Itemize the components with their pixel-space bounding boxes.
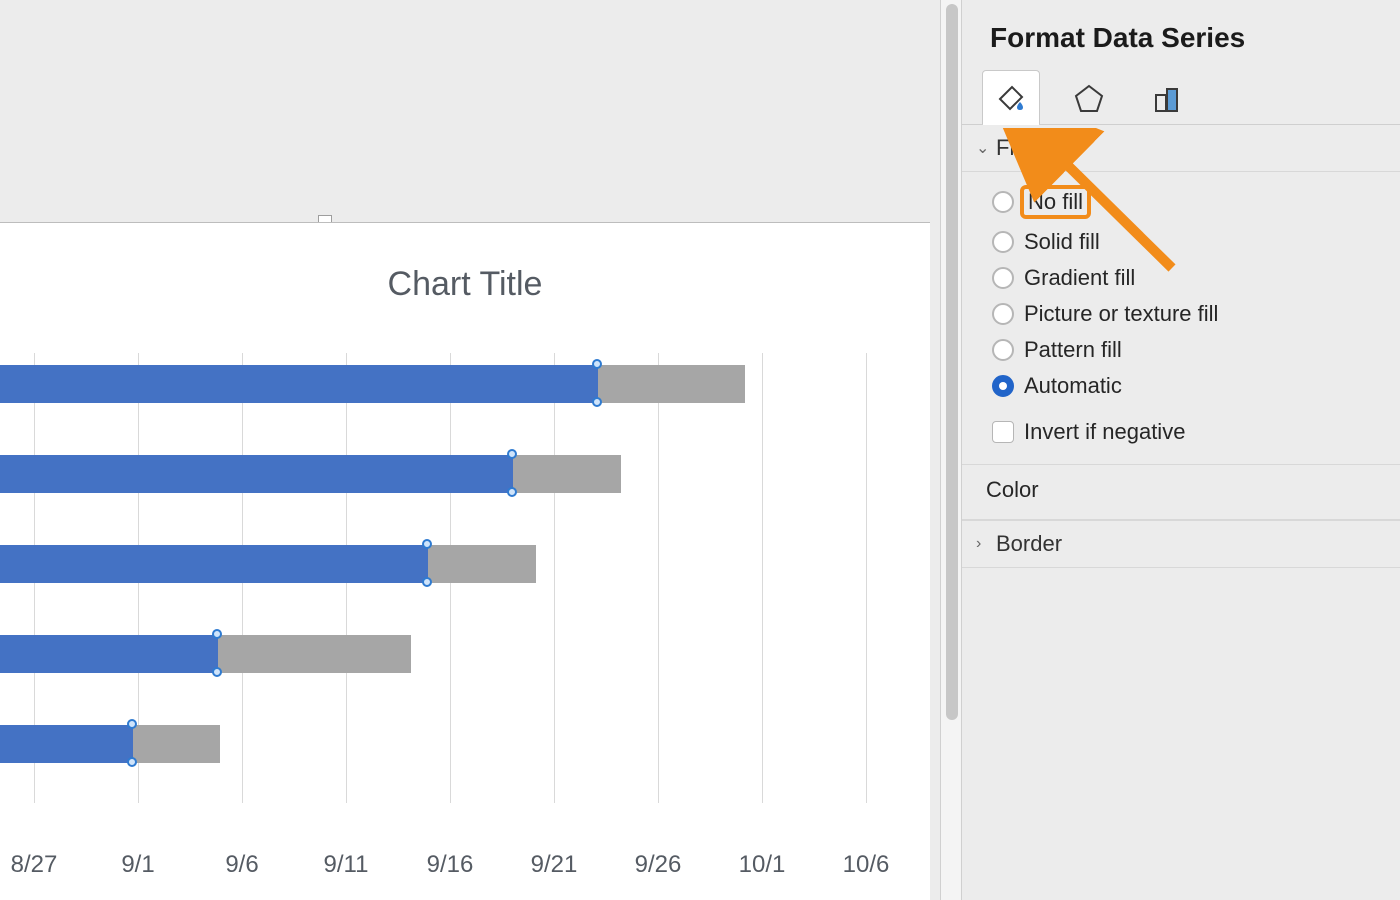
- border-section-header[interactable]: › Border: [962, 520, 1400, 568]
- tab-fill-and-line[interactable]: [982, 70, 1040, 124]
- checkbox-invert-if-negative[interactable]: Invert if negative: [992, 414, 1380, 450]
- radio-icon: [992, 267, 1014, 289]
- radio-gradient-fill[interactable]: Gradient fill: [992, 260, 1380, 296]
- radio-icon: [992, 339, 1014, 361]
- bar-series2[interactable]: [513, 455, 621, 493]
- radio-icon: [992, 191, 1014, 213]
- radio-solid-fill[interactable]: Solid fill: [992, 224, 1380, 260]
- radio-label: Pattern fill: [1024, 337, 1122, 363]
- bar-series2[interactable]: [218, 635, 411, 673]
- chart-title[interactable]: Chart Title: [0, 265, 930, 304]
- bar-series1[interactable]: [0, 635, 218, 673]
- fill-options: No fill Solid fill Gradient fill Picture…: [962, 172, 1400, 465]
- checkbox-label: Invert if negative: [1024, 419, 1185, 445]
- selection-dot[interactable]: [592, 359, 602, 369]
- selection-dot[interactable]: [592, 397, 602, 407]
- radio-label: Solid fill: [1024, 229, 1100, 255]
- selection-dot[interactable]: [422, 539, 432, 549]
- radio-icon: [992, 231, 1014, 253]
- chevron-down-icon: ⌄: [976, 138, 990, 158]
- bar-chart-icon: [1150, 81, 1184, 115]
- selection-dot[interactable]: [127, 719, 137, 729]
- tab-effects[interactable]: [1060, 70, 1118, 124]
- format-tab-row: [962, 70, 1400, 125]
- gridline: [762, 353, 763, 803]
- x-tick: 9/16: [427, 851, 474, 879]
- pentagon-icon: [1072, 81, 1106, 115]
- vertical-scrollbar[interactable]: [940, 0, 962, 900]
- fill-section-label: Fill: [996, 135, 1024, 161]
- radio-pattern-fill[interactable]: Pattern fill: [992, 332, 1380, 368]
- bar-series1[interactable]: [0, 365, 598, 403]
- color-label: Color: [986, 477, 1039, 502]
- bar-series1[interactable]: [0, 545, 428, 583]
- x-tick: 10/6: [843, 851, 890, 879]
- radio-label: Picture or texture fill: [1024, 301, 1218, 327]
- bar-series2[interactable]: [133, 725, 220, 763]
- checkbox-icon: [992, 421, 1014, 443]
- selection-dot[interactable]: [127, 757, 137, 767]
- radio-picture-fill[interactable]: Picture or texture fill: [992, 296, 1380, 332]
- chevron-right-icon: ›: [976, 535, 990, 553]
- panel-title: Format Data Series: [962, 0, 1400, 70]
- radio-icon: [992, 375, 1014, 397]
- x-tick: 9/1: [121, 851, 154, 879]
- workspace: Chart Title: [0, 0, 1400, 900]
- radio-icon: [992, 303, 1014, 325]
- tab-series-options[interactable]: [1138, 70, 1196, 124]
- gridline: [554, 353, 555, 803]
- color-row[interactable]: Color: [962, 465, 1400, 520]
- scrollbar-thumb[interactable]: [946, 4, 958, 720]
- chart-frame[interactable]: Chart Title: [0, 222, 930, 900]
- border-section-label: Border: [996, 531, 1062, 557]
- gridline: [866, 353, 867, 803]
- radio-automatic[interactable]: Automatic: [992, 368, 1380, 404]
- x-tick: 9/21: [531, 851, 578, 879]
- fill-section-header[interactable]: ⌄ Fill: [962, 125, 1400, 172]
- bar-series1[interactable]: [0, 725, 133, 763]
- selection-dot[interactable]: [212, 629, 222, 639]
- x-tick: 8/27: [11, 851, 58, 879]
- radio-label: Gradient fill: [1024, 265, 1135, 291]
- chart-canvas[interactable]: Chart Title: [0, 0, 940, 900]
- plot-area[interactable]: 8/27 9/1 9/6 9/11 9/16 9/21 9/26 10/1 10…: [0, 353, 870, 823]
- radio-label: No fill: [1028, 189, 1083, 214]
- radio-label: Automatic: [1024, 373, 1122, 399]
- x-tick: 9/26: [635, 851, 682, 879]
- selection-dot[interactable]: [212, 667, 222, 677]
- x-tick: 9/6: [225, 851, 258, 879]
- annotation-highlight: No fill: [1020, 185, 1091, 219]
- radio-no-fill[interactable]: No fill: [992, 180, 1380, 224]
- selection-dot[interactable]: [422, 577, 432, 587]
- x-axis[interactable]: 8/27 9/1 9/6 9/11 9/16 9/21 9/26 10/1 10…: [0, 851, 870, 881]
- x-tick: 9/11: [324, 851, 369, 879]
- bar-series2[interactable]: [428, 545, 536, 583]
- paint-bucket-icon: [994, 81, 1028, 115]
- gridline: [658, 353, 659, 803]
- selection-dot[interactable]: [507, 487, 517, 497]
- bar-series2[interactable]: [598, 365, 745, 403]
- x-tick: 10/1: [739, 851, 786, 879]
- format-panel: Format Data Series: [962, 0, 1400, 900]
- bar-series1[interactable]: [0, 455, 513, 493]
- selection-dot[interactable]: [507, 449, 517, 459]
